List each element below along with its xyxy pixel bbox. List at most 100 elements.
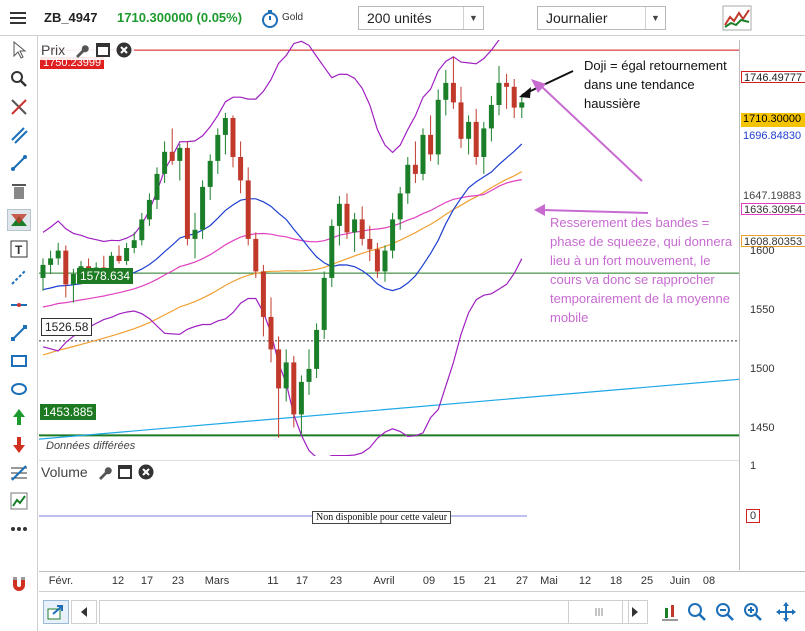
- date-label: Mai: [540, 575, 558, 587]
- candle-body: [359, 219, 365, 239]
- candle-body: [162, 151, 168, 174]
- candle-body: [374, 249, 380, 272]
- date-label: 08: [702, 575, 716, 587]
- trash-icon[interactable]: [7, 180, 31, 202]
- maximize-icon[interactable]: [117, 464, 134, 481]
- candle-body: [390, 219, 396, 251]
- support-level-tag: 1578.634: [77, 268, 134, 284]
- volume-tick-1: 1: [750, 460, 757, 472]
- axis-tick-1450: 1450: [750, 422, 775, 434]
- pan-icon[interactable]: [774, 600, 798, 624]
- close-icon[interactable]: [115, 42, 132, 59]
- fibonacci-icon[interactable]: [7, 462, 31, 484]
- chart-style-icon[interactable]: [7, 209, 31, 231]
- candle-body: [276, 349, 282, 389]
- date-label: 23: [329, 575, 343, 587]
- navigation-bar: [39, 591, 805, 631]
- settings-wrench-icon[interactable]: [73, 42, 90, 59]
- candle-body: [154, 173, 160, 200]
- candle-body: [420, 134, 426, 174]
- buy-arrow-icon[interactable]: [7, 406, 31, 428]
- price-panel-title: Prix: [41, 42, 66, 58]
- last-price-tag: 1710.30000: [741, 113, 805, 127]
- candle-body: [215, 134, 221, 161]
- close-icon[interactable]: [138, 464, 155, 481]
- date-axis[interactable]: Févr. 12 17 23 Mars 11 17 23 Avril 09 15…: [39, 571, 805, 591]
- date-label: Juin: [669, 575, 691, 587]
- candle-body: [131, 240, 137, 248]
- chevron-down-icon: ▼: [645, 7, 665, 29]
- maximize-icon[interactable]: [94, 42, 111, 59]
- candle-body: [367, 238, 373, 250]
- candle-body: [63, 250, 69, 285]
- date-label: 27: [515, 575, 529, 587]
- candle-body: [443, 82, 449, 100]
- candle-body: [139, 219, 145, 241]
- squeeze-annotation[interactable]: Resserement des bandes = phase de squeez…: [550, 213, 740, 327]
- more-options-icon[interactable]: [7, 518, 31, 540]
- candle-body: [321, 277, 327, 330]
- settings-wrench-icon[interactable]: [96, 464, 113, 481]
- units-select[interactable]: 200 unités ▼: [358, 6, 484, 30]
- zoom-in-icon[interactable]: [742, 600, 764, 624]
- date-label: 17: [295, 575, 309, 587]
- mid-band-tag: 1647.19883: [741, 190, 805, 202]
- zoom-fit-icon[interactable]: [686, 600, 708, 624]
- candle-body: [124, 248, 130, 261]
- candle-body: [488, 105, 494, 129]
- scroll-right-button[interactable]: [622, 600, 648, 624]
- candle-body: [253, 238, 259, 272]
- candle-body: [169, 151, 175, 161]
- bollinger-lower-line: [42, 258, 523, 456]
- parallel-lines-icon[interactable]: [7, 124, 31, 146]
- candle-body: [336, 203, 342, 226]
- dotted-level-tag: 1526.58: [41, 318, 93, 336]
- date-label: Avril: [373, 575, 395, 587]
- scrollbar-thumb[interactable]: [568, 601, 628, 623]
- trading-app: ZB_4947 1710.300000 (0.05%) Gold 200 uni…: [0, 0, 805, 631]
- candle-body: [458, 102, 464, 139]
- sell-arrow-icon[interactable]: [7, 434, 31, 456]
- scroll-left-button[interactable]: [71, 600, 97, 624]
- chart-type-icon[interactable]: [722, 4, 752, 32]
- candle-body: [412, 164, 418, 174]
- stopwatch-icon: [258, 7, 282, 31]
- magnet-icon[interactable]: [7, 573, 31, 595]
- horizontal-line-icon[interactable]: [7, 294, 31, 316]
- instrument-price: 1710.300000 (0.05%): [117, 10, 243, 25]
- price-axis[interactable]: 1746.49777 1710.30000 1696.84830 1647.19…: [739, 40, 805, 570]
- doji-annotation[interactable]: Doji = égal retournement dans une tendan…: [584, 56, 754, 113]
- candle-body: [496, 82, 502, 105]
- segment-icon[interactable]: [7, 322, 31, 344]
- candle-body: [238, 157, 244, 181]
- delayed-data-note: Données différées: [46, 440, 136, 452]
- candle-body: [352, 219, 358, 233]
- hamburger-menu-icon[interactable]: [6, 6, 30, 30]
- cursor-icon[interactable]: [7, 39, 31, 61]
- date-label: 25: [640, 575, 654, 587]
- candle-body: [428, 134, 434, 155]
- ray-line-icon[interactable]: [7, 266, 31, 288]
- export-icon[interactable]: [43, 600, 69, 624]
- candle-body: [314, 329, 320, 369]
- zoom-icon[interactable]: [7, 68, 31, 90]
- date-label: Févr.: [48, 575, 74, 587]
- candle-body: [222, 118, 228, 135]
- candle-body: [230, 118, 236, 157]
- axis-tick-1550: 1550: [750, 304, 775, 316]
- auto-scale-icon[interactable]: [659, 600, 681, 624]
- candle-body: [192, 229, 198, 239]
- indicator-icon[interactable]: [7, 490, 31, 512]
- svg-text:T: T: [15, 243, 23, 257]
- candle-body: [291, 362, 297, 415]
- candle-body: [397, 193, 403, 220]
- trend-line-icon[interactable]: [7, 152, 31, 174]
- text-tool-icon[interactable]: T: [7, 238, 31, 260]
- rectangle-tool-icon[interactable]: [7, 350, 31, 372]
- ma-mid-tag: 1636.30954: [741, 203, 805, 216]
- chart-scrollbar[interactable]: [99, 600, 629, 624]
- ellipse-tool-icon[interactable]: [7, 378, 31, 400]
- period-select[interactable]: Journalier ▼: [537, 6, 666, 30]
- zoom-out-icon[interactable]: [714, 600, 736, 624]
- crosshair-tool-icon[interactable]: [7, 96, 31, 118]
